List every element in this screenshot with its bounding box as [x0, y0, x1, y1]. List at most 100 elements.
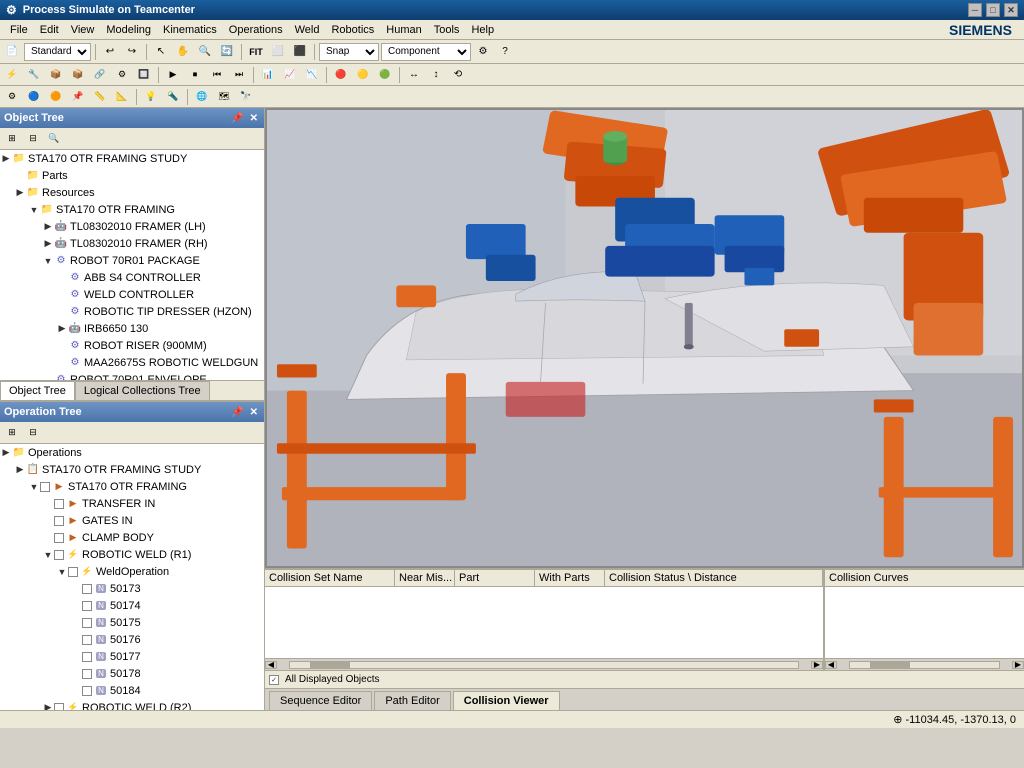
snap-select[interactable]: Snap [319, 43, 379, 61]
tree-expand-3[interactable]: ▼ [28, 204, 40, 216]
pan-button[interactable]: ✋ [173, 42, 193, 62]
tb3-btn-9[interactable]: 🌐 [192, 87, 212, 107]
object-tree-item-13[interactable]: ⚙ ROBOT 70R01 ENVELOPE [0, 371, 264, 380]
tb2-btn-1[interactable]: ⚡ [2, 65, 22, 85]
object-tree-item-2[interactable]: ▶ 📁 Resources [0, 184, 264, 201]
op-expand-9[interactable] [70, 600, 82, 612]
op-tree-item-3[interactable]: ▶ TRANSFER IN [0, 495, 264, 512]
tb2-btn-19[interactable]: ↕ [426, 65, 446, 85]
tb2-btn-5[interactable]: 🔗 [90, 65, 110, 85]
tree-expand-7[interactable] [56, 272, 68, 284]
operation-tree-content[interactable]: ▶ 📁 Operations ▶ 📋 STA170 OTR FRAMING ST… [0, 444, 264, 710]
op-expand-0[interactable]: ▶ [0, 447, 12, 459]
op-checkbox-3[interactable] [54, 499, 64, 509]
op-tree-item-7[interactable]: ▼ ⚡ WeldOperation [0, 563, 264, 580]
tb3-btn-7[interactable]: 💡 [141, 87, 161, 107]
menu-human[interactable]: Human [380, 22, 427, 38]
curves-scroll-right[interactable]: ▶ [1012, 661, 1024, 669]
op-expand-5[interactable] [42, 532, 54, 544]
op-expand-15[interactable]: ▶ [42, 702, 54, 711]
tab-sequence-editor[interactable]: Sequence Editor [269, 691, 372, 710]
undo-button[interactable]: ↩ [100, 42, 120, 62]
op-expand-1[interactable]: ▶ [14, 464, 26, 476]
menu-kinematics[interactable]: Kinematics [157, 22, 223, 38]
tab-collision-viewer[interactable]: Collision Viewer [453, 691, 560, 710]
curves-scroll-thumb[interactable] [870, 662, 910, 668]
object-tree-item-11[interactable]: ⚙ ROBOT RISER (900MM) [0, 337, 264, 354]
object-tree-content[interactable]: ▶ 📁 STA170 OTR FRAMING STUDY 📁 Parts ▶ 📁… [0, 150, 264, 380]
3d-viewport[interactable] [265, 108, 1024, 568]
zoom-button[interactable]: 🔍 [195, 42, 215, 62]
tree-collapse-all[interactable]: ⊟ [23, 129, 43, 149]
tree-expand-12[interactable] [56, 357, 68, 369]
tab-path-editor[interactable]: Path Editor [374, 691, 450, 710]
tree-expand-4[interactable]: ▶ [42, 221, 54, 233]
component-select[interactable]: Component [381, 43, 471, 61]
op-expand-3[interactable] [42, 498, 54, 510]
tb2-btn-18[interactable]: ↔ [404, 65, 424, 85]
tb3-btn-2[interactable]: 🔵 [24, 87, 44, 107]
fit-button[interactable]: FIT [246, 42, 266, 62]
menu-weld[interactable]: Weld [289, 22, 326, 38]
op-tree-item-10[interactable]: N 50175 [0, 614, 264, 631]
object-tree-item-0[interactable]: ▶ 📁 STA170 OTR FRAMING STUDY [0, 150, 264, 167]
op-checkbox-5[interactable] [54, 533, 64, 543]
tb2-btn-4[interactable]: 📦 [68, 65, 88, 85]
minimize-button[interactable]: ─ [968, 3, 982, 17]
tb3-btn-11[interactable]: 🔭 [236, 87, 256, 107]
tree-expand-11[interactable] [56, 340, 68, 352]
op-checkbox-6[interactable] [54, 550, 64, 560]
tree-expand-0[interactable]: ▶ [0, 153, 12, 165]
object-tree-item-12[interactable]: ⚙ MAA26675S ROBOTIC WELDGUN [0, 354, 264, 371]
collision-curves-body[interactable] [825, 587, 1024, 658]
tb2-btn-8[interactable]: ▶ [163, 65, 183, 85]
op-checkbox-15[interactable] [54, 703, 64, 711]
object-tree-item-9[interactable]: ⚙ ROBOTIC TIP DRESSER (HZON) [0, 303, 264, 320]
tab-object-tree[interactable]: Object Tree [0, 381, 75, 401]
tb2-btn-3[interactable]: 📦 [46, 65, 66, 85]
view-btn-1[interactable]: ⬜ [268, 42, 288, 62]
op-checkbox-4[interactable] [54, 516, 64, 526]
tb2-btn-15[interactable]: 🔴 [331, 65, 351, 85]
object-tree-item-8[interactable]: ⚙ WELD CONTROLLER [0, 286, 264, 303]
tb3-btn-4[interactable]: 📌 [68, 87, 88, 107]
tree-expand-all[interactable]: ⊞ [2, 129, 22, 149]
object-tree-pin[interactable]: 📌 [229, 113, 245, 124]
object-tree-item-6[interactable]: ▼ ⚙ ROBOT 70R01 PACKAGE [0, 252, 264, 269]
tree-expand-8[interactable] [56, 289, 68, 301]
op-expand-4[interactable] [42, 515, 54, 527]
menu-file[interactable]: File [4, 22, 34, 38]
tree-filter[interactable]: 🔍 [44, 129, 64, 149]
tb2-btn-2[interactable]: 🔧 [24, 65, 44, 85]
tb2-btn-6[interactable]: ⚙ [112, 65, 132, 85]
collision-table-scroll[interactable]: ◀ ▶ [265, 658, 823, 670]
op-checkbox-2[interactable] [40, 482, 50, 492]
op-checkbox-8[interactable] [82, 584, 92, 594]
op-checkbox-13[interactable] [82, 669, 92, 679]
settings-button[interactable]: ⚙ [473, 42, 493, 62]
tb3-btn-6[interactable]: 📐 [112, 87, 132, 107]
menu-edit[interactable]: Edit [34, 22, 65, 38]
collision-table-body[interactable] [265, 587, 823, 658]
op-tree-item-9[interactable]: N 50174 [0, 597, 264, 614]
rotate-button[interactable]: 🔄 [217, 42, 237, 62]
op-tree-item-6[interactable]: ▼ ⚡ ROBOTIC WELD (R1) [0, 546, 264, 563]
scroll-thumb[interactable] [310, 662, 350, 668]
op-tree-item-1[interactable]: ▶ 📋 STA170 OTR FRAMING STUDY [0, 461, 264, 478]
op-tree-item-0[interactable]: ▶ 📁 Operations [0, 444, 264, 461]
operation-tree-pin[interactable]: 📌 [229, 407, 245, 418]
tb3-btn-1[interactable]: ⚙ [2, 87, 22, 107]
op-expand-10[interactable] [70, 617, 82, 629]
new-button[interactable]: 📄 [2, 42, 22, 62]
tb2-btn-12[interactable]: 📊 [258, 65, 278, 85]
op-checkbox-14[interactable] [82, 686, 92, 696]
tb2-btn-11[interactable]: ⏭ [229, 65, 249, 85]
op-tree-collapse[interactable]: ⊟ [23, 423, 43, 443]
help-button[interactable]: ? [495, 42, 515, 62]
op-tree-item-11[interactable]: N 50176 [0, 631, 264, 648]
op-checkbox-9[interactable] [82, 601, 92, 611]
op-tree-item-5[interactable]: ▶ CLAMP BODY [0, 529, 264, 546]
tb3-btn-10[interactable]: 🗺 [214, 87, 234, 107]
tb2-btn-16[interactable]: 🟡 [353, 65, 373, 85]
all-displayed-checkbox[interactable] [269, 675, 279, 685]
